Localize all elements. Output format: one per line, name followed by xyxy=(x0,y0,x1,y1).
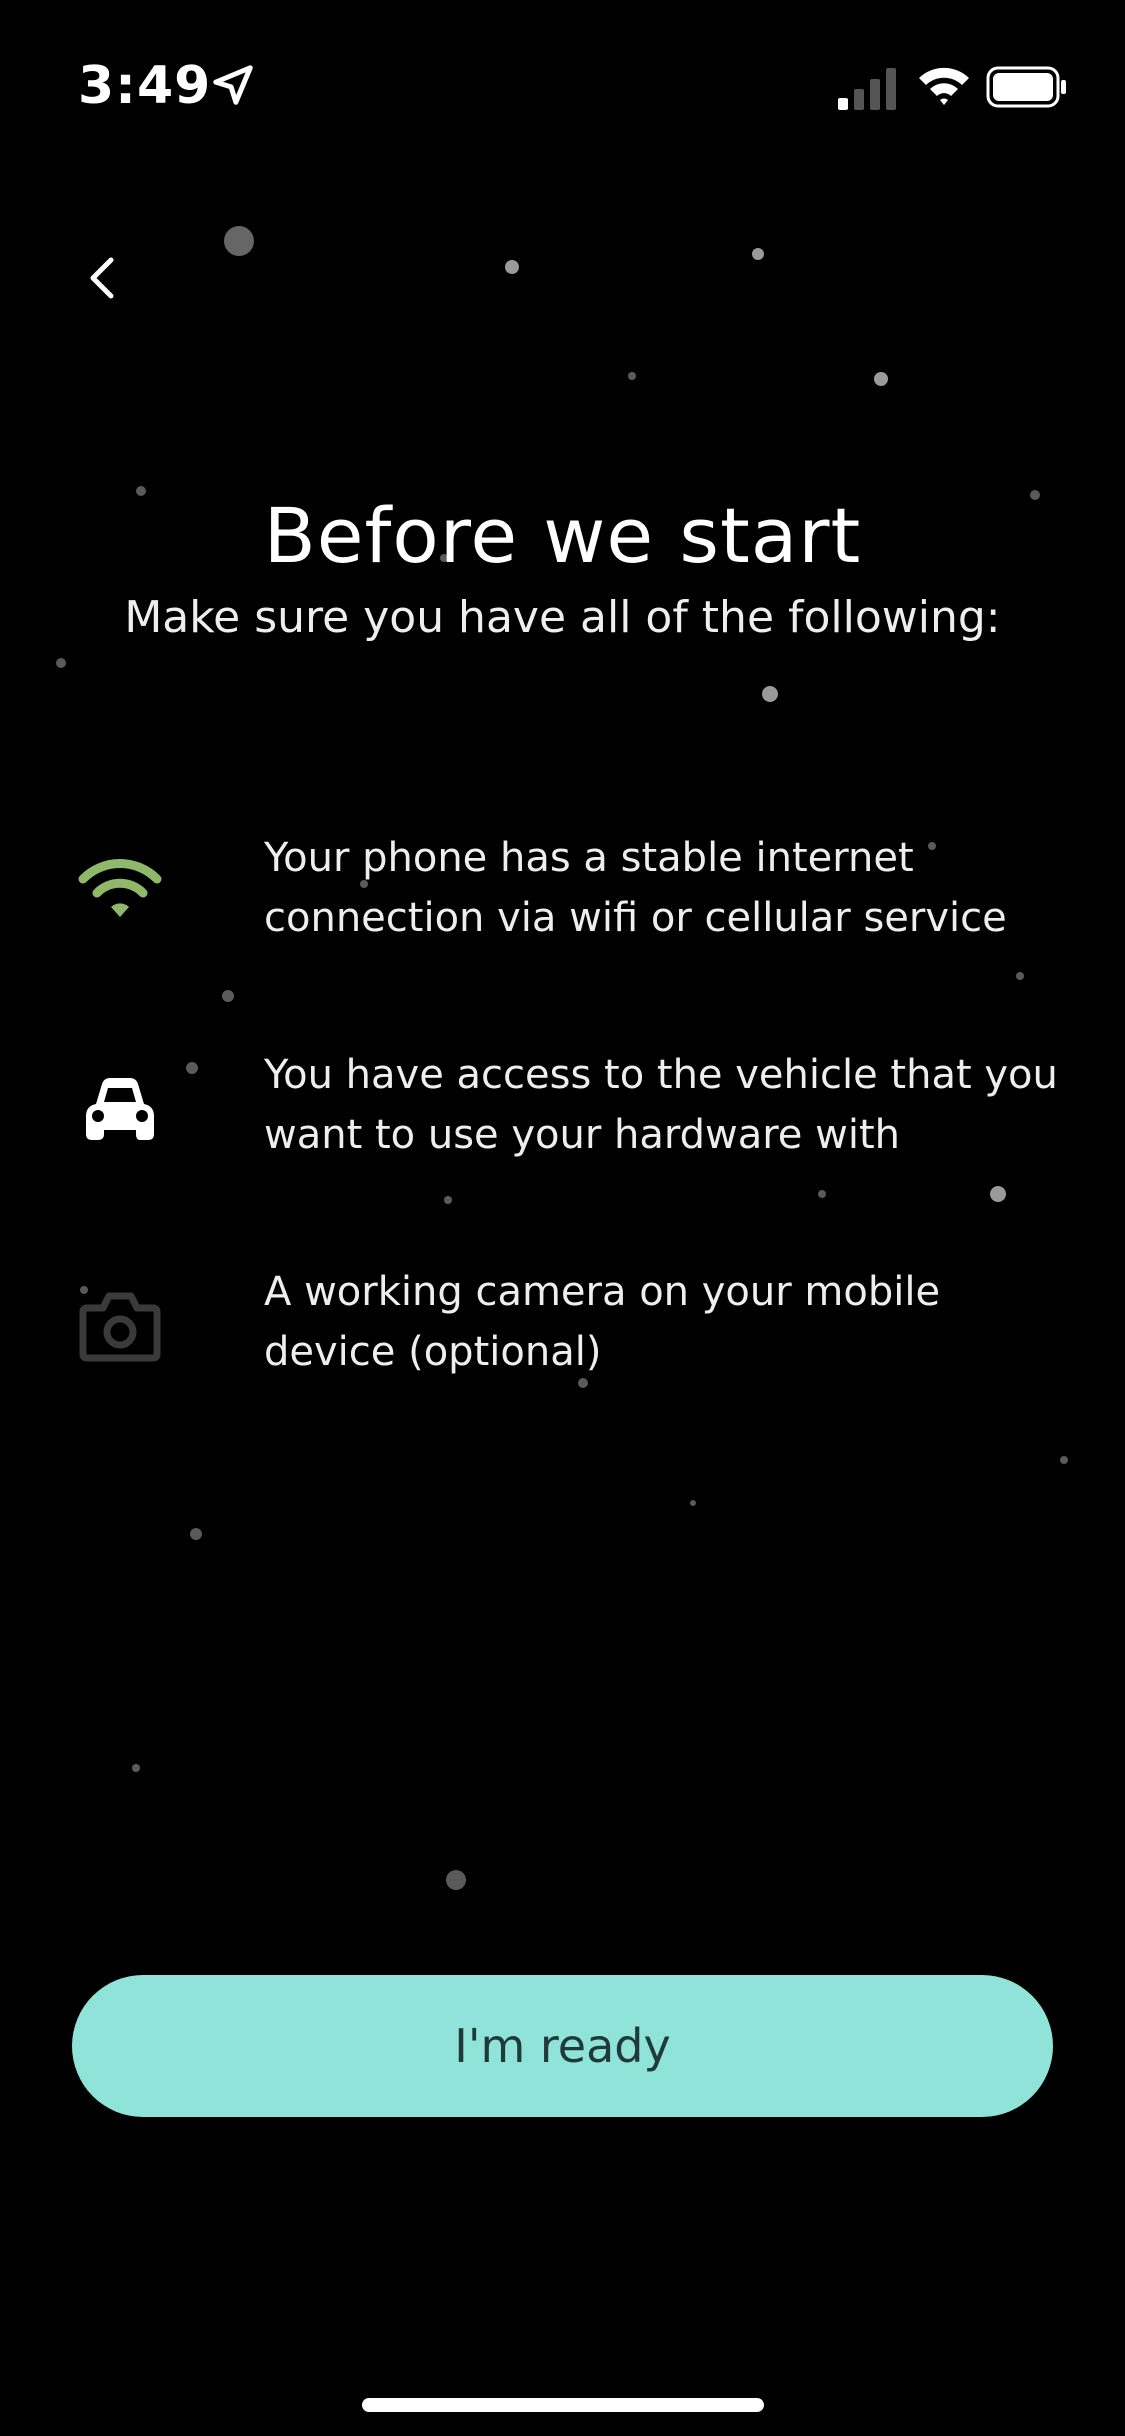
wifi-status-icon xyxy=(919,67,969,105)
location-arrow-icon xyxy=(213,65,253,105)
status-time: 3:49 xyxy=(78,56,212,116)
page-title: Before we start xyxy=(263,490,862,580)
back-button[interactable] xyxy=(72,248,132,308)
requirement-internet: Your phone has a stable internet connect… xyxy=(0,820,1125,980)
status-bar: 3:49 xyxy=(0,0,1125,150)
battery-icon xyxy=(986,66,1066,108)
im-ready-button[interactable]: I'm ready xyxy=(72,1975,1053,2117)
requirement-camera: A working camera on your mobile device (… xyxy=(0,1254,1125,1414)
wifi-icon xyxy=(70,840,170,940)
car-icon xyxy=(70,1059,170,1159)
camera-icon xyxy=(70,1276,170,1376)
page-subtitle: Make sure you have all of the following: xyxy=(124,592,1001,643)
requirement-vehicle: You have access to the vehicle that you … xyxy=(0,1037,1125,1197)
screen: 3:49 Before we start Make sure you have … xyxy=(0,0,1125,2436)
requirement-internet-text: Your phone has a stable internet connect… xyxy=(264,835,1007,941)
requirement-camera-text: A working camera on your mobile device (… xyxy=(264,1269,941,1375)
cellular-signal-icon xyxy=(838,68,896,110)
requirement-vehicle-text: You have access to the vehicle that you … xyxy=(264,1052,1058,1158)
chevron-left-icon xyxy=(90,257,114,299)
home-indicator xyxy=(362,2398,764,2412)
